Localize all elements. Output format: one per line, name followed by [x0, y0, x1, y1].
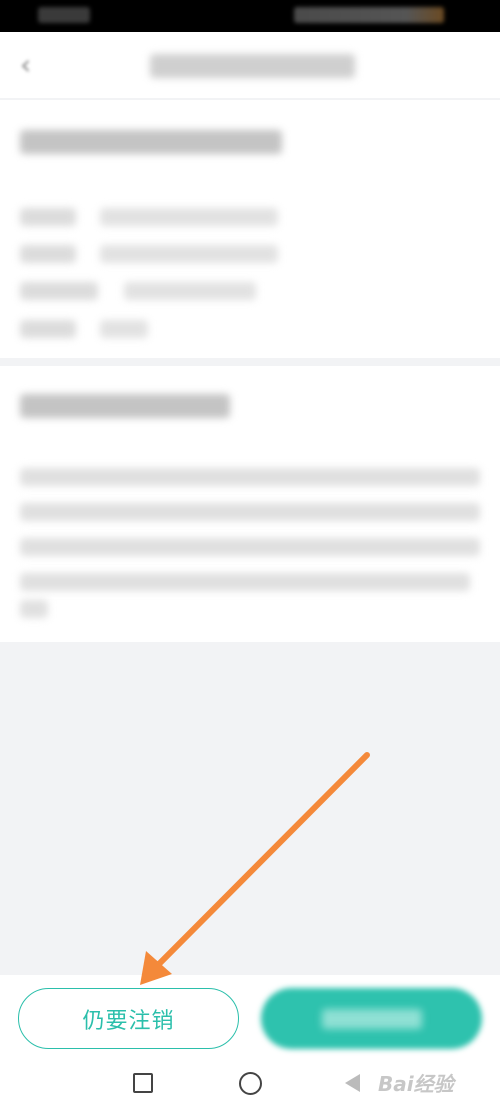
terms-line-3 [20, 538, 480, 556]
status-time [38, 7, 90, 23]
confirm-cancel-account-button[interactable]: 仍要注销 [18, 988, 239, 1049]
home-icon[interactable] [239, 1072, 262, 1095]
account-info-card [0, 100, 500, 358]
give-up-cancel-label [322, 1009, 422, 1029]
system-back-icon[interactable] [345, 1074, 360, 1092]
terms-card [0, 366, 500, 642]
nav-bar: ‹ [0, 32, 500, 98]
terms-line-5 [20, 600, 48, 618]
status-icons [294, 7, 444, 23]
info-label-4 [20, 320, 76, 338]
status-bar [0, 0, 500, 32]
recent-apps-icon[interactable] [133, 1073, 153, 1093]
info-value-3 [124, 282, 256, 300]
back-icon[interactable]: ‹ [20, 50, 44, 80]
info-label-3 [20, 282, 98, 300]
info-value-2 [100, 245, 278, 263]
terms-line-2 [20, 503, 480, 521]
info-label-2 [20, 245, 76, 263]
annotation-arrow-shaft [155, 752, 370, 968]
info-value-4 [100, 320, 148, 338]
page-title [150, 54, 355, 78]
terms-line-4 [20, 573, 470, 591]
info-label-1 [20, 208, 76, 226]
terms-line-1 [20, 468, 480, 486]
info-heading [20, 130, 282, 154]
terms-heading [20, 394, 230, 418]
info-value-1 [100, 208, 278, 226]
watermark-logo: Bai经验 [378, 1072, 454, 1096]
